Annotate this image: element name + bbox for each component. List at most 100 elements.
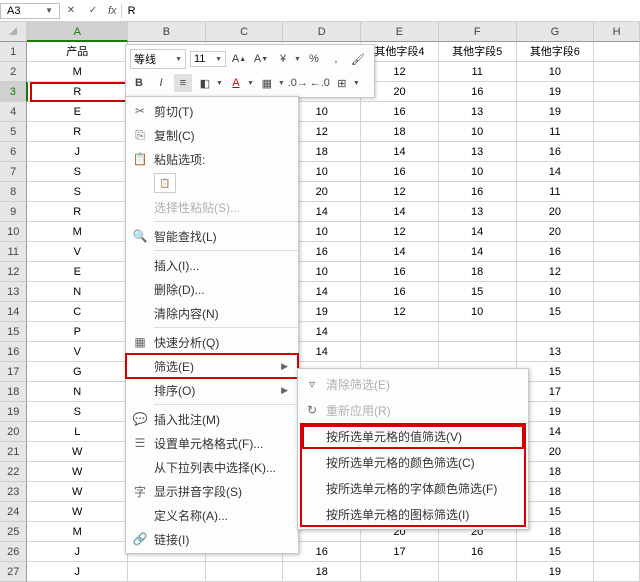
cell-E5[interactable]: 18 — [361, 122, 439, 142]
cell-H14[interactable] — [594, 302, 640, 322]
cell-A16[interactable]: V — [27, 342, 128, 362]
cell-H11[interactable] — [594, 242, 640, 262]
cell-F8[interactable]: 16 — [439, 182, 517, 202]
cell-G3[interactable]: 19 — [517, 82, 595, 102]
font-color-icon[interactable]: A — [227, 74, 245, 92]
cell-A3[interactable]: R — [28, 82, 129, 102]
row-header-18[interactable]: 18 — [0, 382, 27, 402]
cell-F6[interactable]: 13 — [439, 142, 517, 162]
row-header-6[interactable]: 6 — [0, 142, 27, 162]
cell-F27[interactable] — [439, 562, 517, 582]
menu-show-pinyin[interactable]: 字显示拼音字段(S) — [126, 479, 298, 503]
cell-A10[interactable]: M — [27, 222, 128, 242]
cell-F5[interactable]: 10 — [439, 122, 517, 142]
cell-E16[interactable] — [361, 342, 439, 362]
menu-link[interactable]: 🔗链接(I) — [126, 527, 298, 551]
chevron-down-icon[interactable]: ▼ — [353, 80, 360, 87]
cell-A8[interactable]: S — [27, 182, 128, 202]
fill-color-icon[interactable]: ◧ — [196, 74, 214, 92]
cell-G11[interactable]: 16 — [517, 242, 595, 262]
menu-sort[interactable]: 排序(O)▶ — [126, 378, 298, 402]
row-header-26[interactable]: 26 — [0, 542, 27, 562]
cancel-btn[interactable]: ✕ — [60, 5, 82, 16]
cell-H25[interactable] — [594, 522, 640, 542]
cell-A20[interactable]: L — [27, 422, 128, 442]
cell-A11[interactable]: V — [27, 242, 128, 262]
cell-G7[interactable]: 14 — [517, 162, 595, 182]
cell-H16[interactable] — [594, 342, 640, 362]
cell-F7[interactable]: 10 — [439, 162, 517, 182]
cell-H19[interactable] — [594, 402, 640, 422]
cell-E8[interactable]: 12 — [361, 182, 439, 202]
row-header-3[interactable]: 3 — [0, 82, 28, 102]
cell-E26[interactable]: 17 — [361, 542, 439, 562]
cell-H23[interactable] — [594, 482, 640, 502]
cell-G13[interactable]: 10 — [517, 282, 595, 302]
name-box[interactable]: A3▼ — [0, 3, 60, 19]
increase-decimal-icon[interactable]: .0→ — [289, 74, 307, 92]
cell-G4[interactable]: 19 — [517, 102, 595, 122]
row-header-4[interactable]: 4 — [0, 102, 27, 122]
col-header-H[interactable]: H — [594, 22, 640, 42]
submenu-filter-by-color[interactable]: 按所选单元格的颜色筛选(C) — [298, 449, 528, 475]
cell-E7[interactable]: 16 — [361, 162, 439, 182]
cell-H6[interactable] — [594, 142, 640, 162]
cell-F13[interactable]: 15 — [439, 282, 517, 302]
cell-A14[interactable]: C — [27, 302, 128, 322]
cell-G14[interactable]: 15 — [517, 302, 595, 322]
cell-A21[interactable]: W — [27, 442, 128, 462]
row-header-24[interactable]: 24 — [0, 502, 27, 522]
cell-G9[interactable]: 20 — [517, 202, 595, 222]
cell-H9[interactable] — [594, 202, 640, 222]
font-size-select[interactable]: 11▼ — [190, 51, 226, 67]
chevron-down-icon[interactable]: ▼ — [278, 80, 285, 87]
cell-G1[interactable]: 其他字段6 — [517, 42, 595, 62]
cell-E6[interactable]: 14 — [361, 142, 439, 162]
cell-E12[interactable]: 16 — [361, 262, 439, 282]
select-all-corner[interactable] — [0, 22, 27, 42]
bold-button[interactable]: B — [130, 74, 148, 92]
menu-comment[interactable]: 💬插入批注(M) — [126, 407, 298, 431]
row-header-20[interactable]: 20 — [0, 422, 27, 442]
chevron-down-icon[interactable]: ▼ — [45, 6, 53, 15]
row-header-10[interactable]: 10 — [0, 222, 27, 242]
cell-A1[interactable]: 产品 — [27, 42, 128, 62]
cell-F3[interactable]: 16 — [439, 82, 517, 102]
col-header-B[interactable]: B — [128, 22, 206, 42]
cell-H18[interactable] — [594, 382, 640, 402]
comma-icon[interactable]: , — [327, 50, 345, 68]
cell-A2[interactable]: M — [27, 62, 128, 82]
decrease-decimal-icon[interactable]: ←.0 — [311, 74, 329, 92]
menu-define-name[interactable]: 定义名称(A)... — [126, 503, 298, 527]
cell-E27[interactable] — [361, 562, 439, 582]
cell-A17[interactable]: G — [27, 362, 128, 382]
submenu-filter-by-icon[interactable]: 按所选单元格的图标筛选(I) — [298, 501, 528, 527]
cell-H5[interactable] — [594, 122, 640, 142]
cell-E11[interactable]: 14 — [361, 242, 439, 262]
cell-A6[interactable]: J — [27, 142, 128, 162]
row-header-16[interactable]: 16 — [0, 342, 27, 362]
cell-H4[interactable] — [594, 102, 640, 122]
row-header-2[interactable]: 2 — [0, 62, 27, 82]
menu-insert[interactable]: 插入(I)... — [126, 253, 298, 277]
row-header-23[interactable]: 23 — [0, 482, 27, 502]
cell-A22[interactable]: W — [27, 462, 128, 482]
cell-A5[interactable]: R — [27, 122, 128, 142]
formula-bar[interactable]: R — [121, 4, 640, 18]
cell-E14[interactable]: 12 — [361, 302, 439, 322]
menu-filter[interactable]: 筛选(E)▶ — [126, 354, 298, 378]
row-header-25[interactable]: 25 — [0, 522, 27, 542]
cell-F4[interactable]: 13 — [439, 102, 517, 122]
row-header-15[interactable]: 15 — [0, 322, 27, 342]
align-icon[interactable]: ≡ — [174, 74, 192, 92]
cell-E13[interactable]: 16 — [361, 282, 439, 302]
cell-H22[interactable] — [594, 462, 640, 482]
col-header-C[interactable]: C — [206, 22, 284, 42]
cell-G15[interactable] — [517, 322, 595, 342]
cell-F16[interactable] — [439, 342, 517, 362]
cell-H12[interactable] — [594, 262, 640, 282]
cell-H10[interactable] — [594, 222, 640, 242]
cell-A13[interactable]: N — [27, 282, 128, 302]
format-painter-icon[interactable]: 🖌 — [349, 50, 367, 68]
cell-H13[interactable] — [594, 282, 640, 302]
